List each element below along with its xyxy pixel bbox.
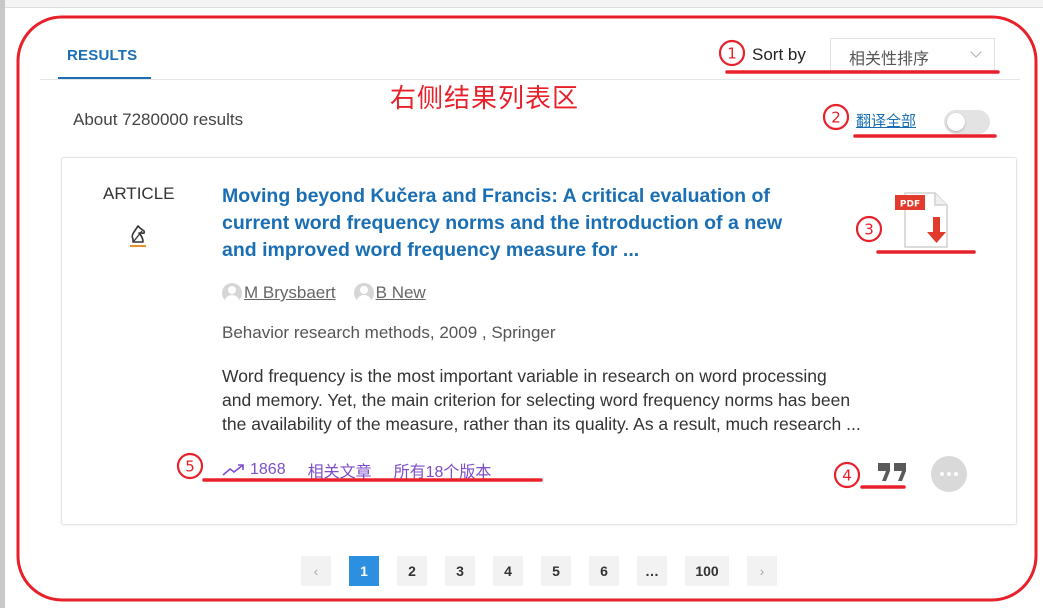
pagination-page[interactable]: 5 [541,556,571,586]
result-source: Behavior research methods, 2009 , Spring… [222,323,556,342]
pagination-ellipsis[interactable]: … [637,556,667,586]
author-name: B New [375,283,426,302]
result-abstract: Word frequency is the most important var… [222,364,992,436]
pagination-page[interactable]: 100 [685,556,729,586]
pagination-prev[interactable]: ‹ [301,556,331,586]
title-line: and improved word frequency measure for … [222,239,640,261]
chevron-down-icon [970,46,982,58]
pagination-page[interactable]: 4 [493,556,523,586]
tab-results[interactable]: RESULTS [67,47,137,64]
trend-icon [222,464,244,476]
related-articles-link[interactable]: 相关文章 [308,458,372,482]
title-line: current word frequency norms and the int… [222,212,783,234]
marker-circle [822,103,850,131]
author-name: M Brysbaert [244,283,336,302]
abstract-line: the availability of the measure, rather … [222,414,861,434]
more-dot-icon [940,472,944,476]
pagination-page[interactable]: 3 [445,556,475,586]
translate-all-link[interactable]: 翻译全部 [856,110,916,131]
abstract-line: Word frequency is the most important var… [222,366,827,386]
avatar-icon [353,283,374,303]
more-options-button[interactable] [931,456,967,492]
window-top-edge [5,0,1043,8]
marker-number: 2 [831,109,841,127]
window-left-edge [0,0,5,608]
pagination-page[interactable]: 2 [397,556,427,586]
citations-link[interactable]: 1868 [250,461,286,479]
area-annotation-label: 右侧结果列表区 [390,83,580,113]
pagination-page[interactable]: 6 [589,556,619,586]
results-count: About 7280000 results [73,110,244,129]
result-title[interactable]: Moving beyond Kučera and Francis: A crit… [222,183,872,264]
pagination-page[interactable]: 1 [349,556,379,586]
sort-selected-value: 相关性排序 [849,51,930,68]
more-dot-icon [947,472,951,476]
toggle-knob [947,113,965,131]
author-item[interactable]: B New [353,283,426,303]
author-list: M Brysbaert B New [222,281,444,305]
more-dot-icon [954,472,958,476]
marker-circle [718,39,746,67]
title-line: Moving beyond Kučera and Francis: A crit… [222,185,770,207]
translate-toggle[interactable] [944,110,990,134]
pdf-download-icon[interactable]: PDF [893,189,957,251]
avatar-icon [222,283,242,303]
all-versions-link[interactable]: 所有18个版本 [394,458,492,482]
pagination: ‹ 1 2 3 4 5 6 … 100 › [301,556,795,586]
result-stats: 1868 相关文章 所有18个版本 [222,458,513,482]
result-type-label: ARTICLE [103,184,175,203]
abstract-line: and memory. Yet, the main criterion for … [222,390,851,410]
pagination-next[interactable]: › [747,556,777,586]
sort-label: Sort by [752,45,806,64]
author-item[interactable]: M Brysbaert [222,283,336,303]
article-knight-icon [130,225,146,247]
marker-number: 1 [727,45,737,63]
sort-select[interactable]: 相关性排序 [830,38,995,71]
pdf-badge-text: PDF [900,200,920,210]
cite-quote-icon[interactable] [876,459,910,485]
